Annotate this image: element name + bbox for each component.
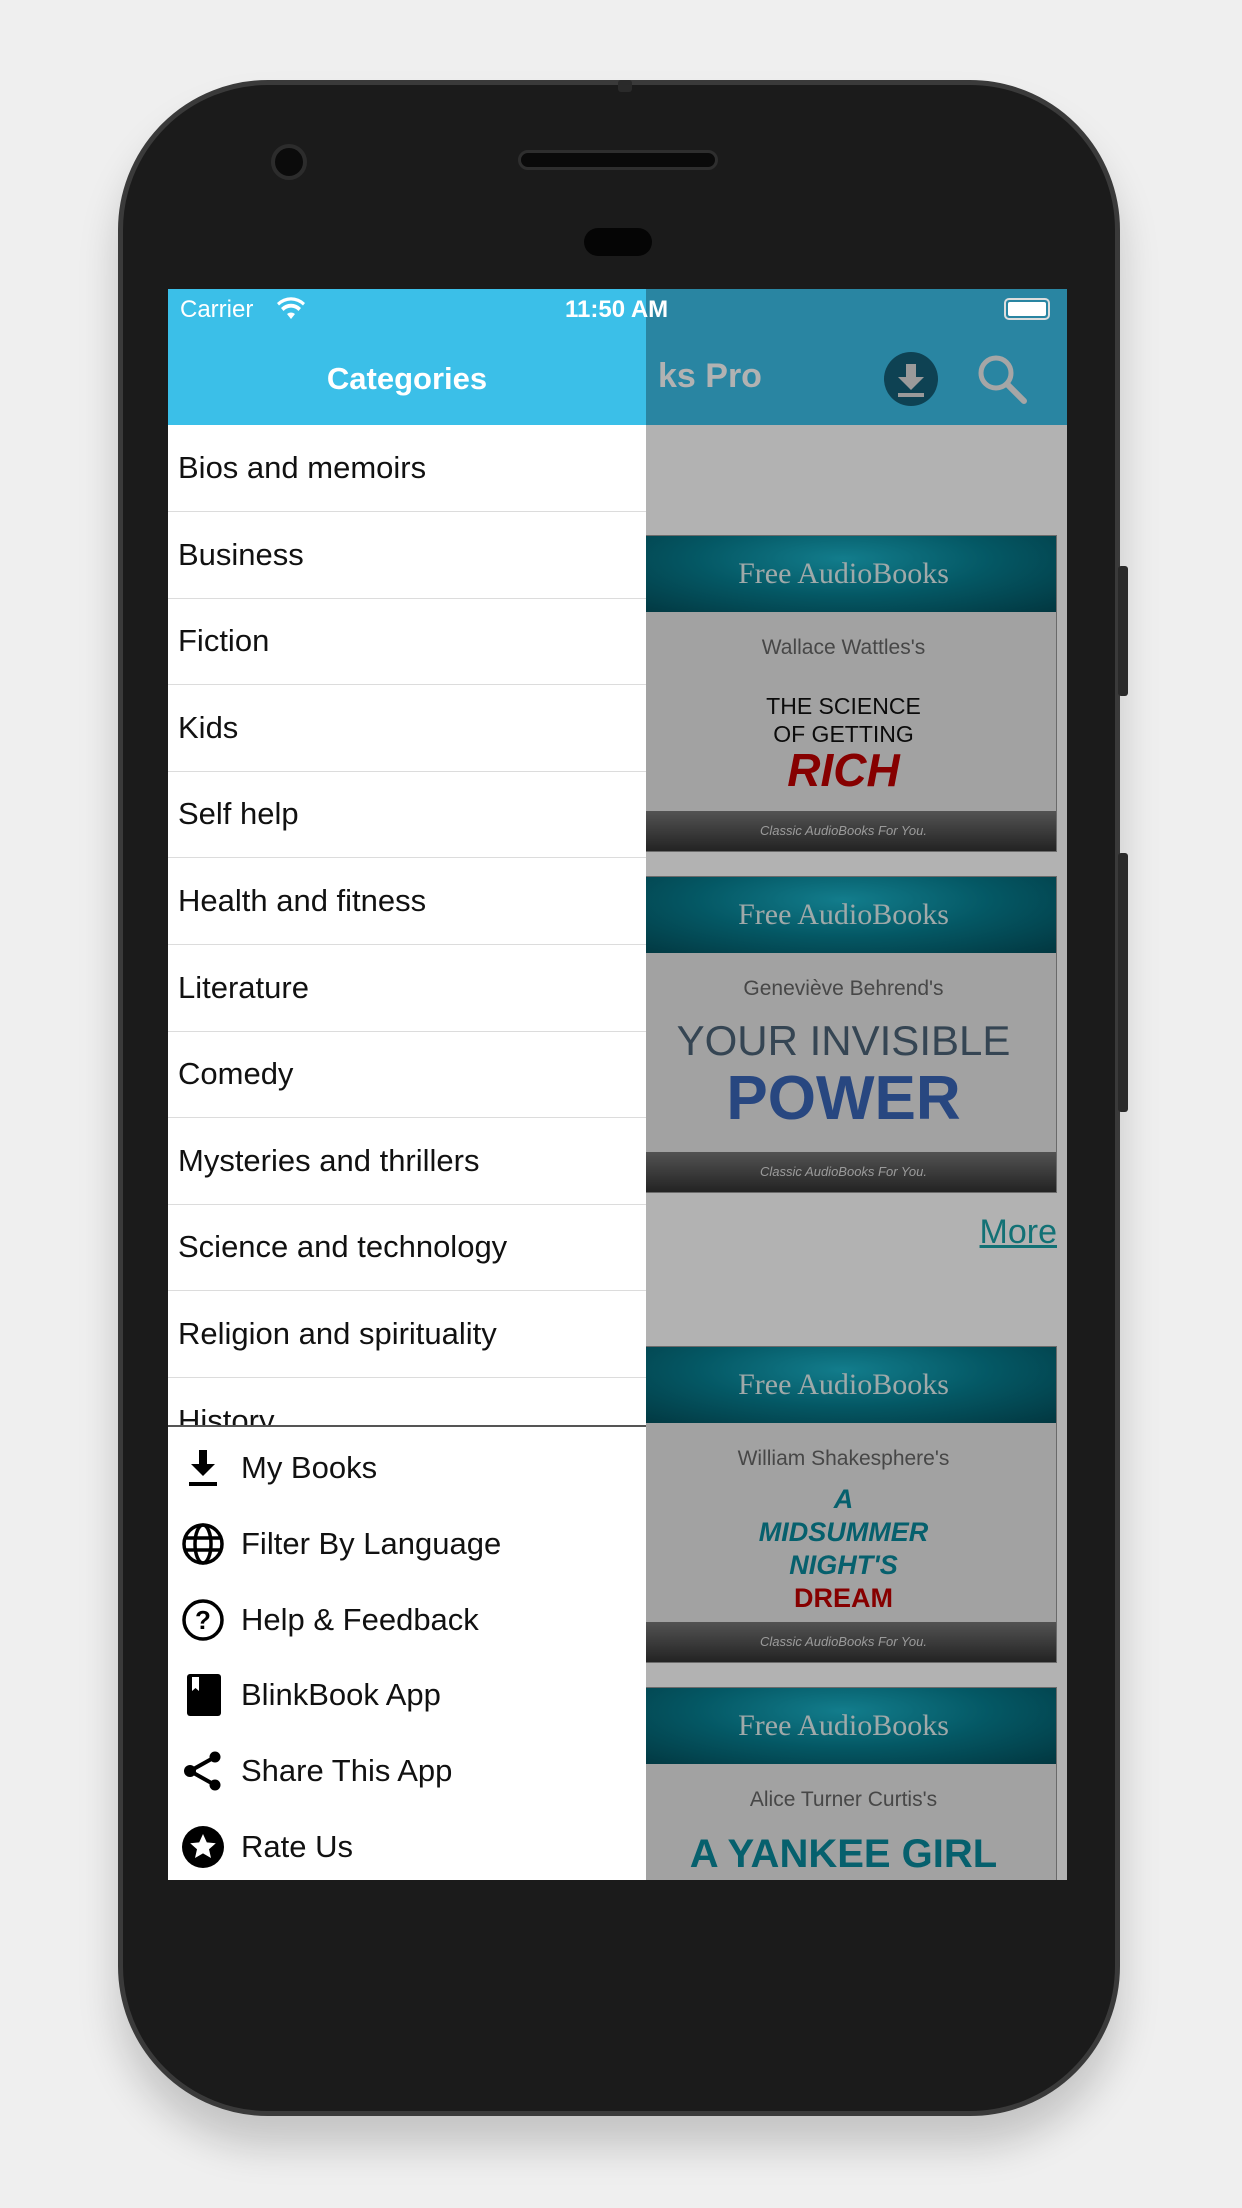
category-item[interactable]: Self help — [168, 771, 646, 859]
menu-item-label: Rate Us — [241, 1829, 353, 1864]
menu-item-label: Help & Feedback — [241, 1602, 479, 1637]
menu-item-label: My Books — [241, 1450, 378, 1485]
menu-item-blinkbook[interactable]: BlinkBook App — [168, 1657, 646, 1733]
menu-item-filter-language[interactable]: Filter By Language — [168, 1506, 646, 1582]
star-circle-icon — [168, 1825, 238, 1869]
earpiece-speaker — [518, 150, 718, 170]
category-item[interactable]: Business — [168, 512, 646, 599]
svg-text:?: ? — [195, 1605, 211, 1635]
front-camera — [271, 144, 307, 180]
help-circle-icon: ? — [168, 1598, 238, 1642]
category-item[interactable]: Religion and spirituality — [168, 1291, 646, 1378]
carrier-label: Carrier — [180, 296, 254, 323]
wifi-icon — [277, 297, 305, 319]
menu-item-label: Filter By Language — [241, 1526, 502, 1561]
proximity-sensor — [584, 228, 652, 256]
category-item[interactable]: Science and technology — [168, 1204, 646, 1292]
category-item[interactable]: Health and fitness — [168, 858, 646, 945]
share-icon — [168, 1749, 238, 1793]
categories-drawer: Categories Bios and memoirs Business Ficti… — [168, 289, 646, 1880]
power-button-top — [618, 80, 632, 92]
menu-item-my-books[interactable]: My Books — [168, 1430, 646, 1506]
app-screen: ks Pro Free AudioBooks Wallace Wattles's… — [168, 289, 1067, 1880]
menu-item-label: Share This App — [241, 1753, 453, 1788]
menu-item-help[interactable]: ? Help & Feedback — [168, 1582, 646, 1658]
status-bar: Carrier 11:50 AM — [168, 289, 1067, 331]
category-item[interactable]: Mysteries and thrillers — [168, 1118, 646, 1205]
battery-icon — [1004, 298, 1050, 320]
menu-item-rate-us[interactable]: Rate Us — [168, 1809, 646, 1880]
volume-button — [1118, 853, 1128, 1112]
menu-item-share[interactable]: Share This App — [168, 1733, 646, 1809]
side-button — [1118, 566, 1128, 696]
category-item[interactable]: Fiction — [168, 598, 646, 686]
category-item[interactable]: Bios and memoirs — [168, 425, 646, 512]
download-icon — [168, 1448, 238, 1488]
book-icon — [168, 1673, 238, 1717]
category-item[interactable]: Kids — [168, 685, 646, 772]
drawer-menu: My Books Filter By Language ? Help & Feed… — [168, 1425, 646, 1880]
globe-icon — [168, 1522, 238, 1566]
category-item[interactable]: Comedy — [168, 1031, 646, 1119]
menu-item-label: BlinkBook App — [241, 1677, 441, 1712]
status-time: 11:50 AM — [565, 296, 669, 323]
category-item[interactable]: Literature — [168, 945, 646, 1032]
